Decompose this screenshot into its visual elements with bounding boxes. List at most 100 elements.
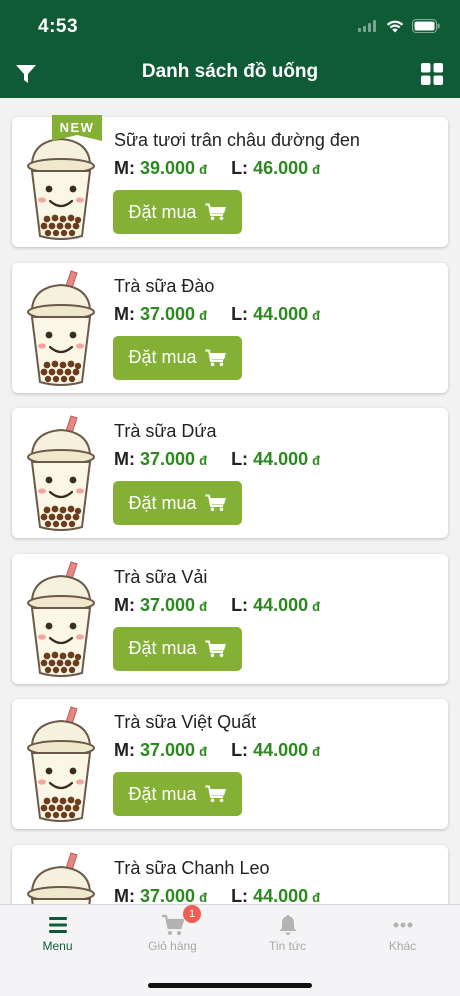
cart-icon (205, 349, 226, 366)
size-l-label: L: (231, 158, 249, 178)
currency-symbol: đ (199, 307, 208, 323)
tab-menu-label: Menu (42, 939, 73, 953)
size-m-label: M: (114, 885, 135, 905)
currency-symbol: đ (199, 453, 208, 468)
product-name: Trà sữa Dứa (114, 421, 217, 441)
order-button-label: Đặt mua (128, 201, 197, 222)
price-l: 44.000 (253, 303, 309, 324)
tab-bar: Menu 1 Giỏ hàng Tin tức Khác (0, 904, 460, 996)
currency-symbol: đ (312, 889, 321, 905)
price-m: 39.000 (140, 158, 196, 178)
size-l-label: L: (231, 594, 249, 615)
tab-news-label: Tin tức (269, 939, 306, 953)
product-card[interactable]: Trà sữa Vải M: 37.000 đ L: 44.000 đ Đặt mu… (12, 553, 448, 684)
product-name: Sữa tươi trân châu đường đen (114, 130, 360, 150)
status-icons (358, 19, 440, 33)
status-bar: 4:53 (0, 0, 460, 50)
currency-symbol: đ (199, 598, 208, 614)
product-name: Trà sữa Việt Quất (114, 712, 257, 732)
order-button-label: Đặt mua (128, 347, 197, 367)
tab-cart-label: Giỏ hàng (148, 939, 197, 953)
battery-icon (412, 19, 440, 33)
price-l: 44.000 (253, 740, 309, 760)
product-list[interactable]: NEW Sữa tươi trân châu đường đen M: 39.0… (0, 98, 460, 904)
size-m-label: M: (114, 594, 135, 615)
page-title: Danh sách đồ uống (141, 61, 319, 82)
cart-icon (205, 203, 226, 221)
product-card[interactable]: NEW Sữa tươi trân châu đường đen M: 39.0… (12, 115, 448, 247)
currency-symbol: đ (199, 162, 208, 177)
product-prices: M: 37.000 đ L: 44.000 đ (114, 740, 320, 761)
currency-symbol: đ (312, 598, 321, 614)
size-l-label: L: (231, 303, 249, 324)
bubble-tea-cup-image (27, 851, 95, 904)
size-m-label: M: (114, 303, 135, 324)
currency-symbol: đ (312, 307, 321, 323)
bubble-tea-cup-image (27, 415, 95, 531)
home-indicator[interactable] (148, 983, 312, 988)
product-prices: M: 39.000 đ L: 46.000 đ (114, 158, 320, 179)
product-prices: M: 37.000 đ L: 44.000 đ (114, 449, 320, 470)
size-m-label: M: (114, 740, 135, 760)
size-m-label: M: (114, 158, 135, 178)
bell-icon (279, 915, 297, 935)
tab-more-label: Khác (388, 939, 417, 953)
size-m-label: M: (114, 449, 135, 469)
product-prices: M: 37.000 đ L: 44.000 đ (114, 304, 320, 325)
cart-icon (162, 914, 185, 935)
size-l-label: L: (231, 885, 249, 905)
size-l-label: L: (231, 740, 249, 760)
cart-icon (205, 640, 226, 657)
product-card[interactable]: Trà sữa Đào M: 37.000 đ L: 44.000 đ Đặt mu… (12, 262, 448, 393)
menu-icon (49, 917, 67, 933)
price-m: 37.000 (140, 449, 196, 469)
order-button[interactable]: Đặt mua (113, 335, 242, 380)
signal-icon (358, 20, 376, 32)
price-l: 44.000 (253, 594, 309, 615)
cart-icon (205, 785, 226, 803)
new-badge: NEW (52, 115, 102, 141)
price-l: 46.000 (253, 158, 309, 178)
bubble-tea-cup-image (27, 560, 95, 677)
order-button-label: Đặt mua (128, 492, 197, 513)
app-header: 4:53 Danh sách đồ uống (0, 0, 460, 98)
order-button-label: Đặt mua (128, 638, 197, 658)
wifi-icon (386, 20, 404, 32)
price-m: 37.000 (140, 740, 196, 760)
currency-symbol: đ (312, 453, 321, 468)
currency-symbol: đ (312, 744, 321, 759)
status-time: 4:53 (38, 16, 79, 37)
size-l-label: L: (231, 449, 249, 469)
product-name: Trà sữa Vải (114, 566, 208, 587)
product-card[interactable]: Trà sữa Việt Quất M: 37.000 đ L: 44.000 đ … (12, 699, 448, 829)
price-l: 44.000 (253, 885, 309, 905)
order-button[interactable]: Đặt mua (113, 772, 242, 816)
order-button[interactable]: Đặt mua (113, 481, 242, 525)
product-name: Trà sữa Chanh Leo (114, 857, 270, 878)
product-prices: M: 37.000 đ L: 44.000 đ (114, 886, 320, 905)
product-card[interactable]: Trà sữa Chanh Leo M: 37.000 đ L: 44.000 đ … (12, 844, 448, 905)
bubble-tea-cup-image (27, 269, 95, 386)
tab-menu[interactable]: Menu (0, 905, 115, 965)
bubble-tea-cup-image (27, 706, 95, 822)
new-badge-label: NEW (60, 120, 95, 135)
tab-news[interactable]: Tin tức (230, 905, 345, 965)
currency-symbol: đ (312, 162, 321, 177)
order-button[interactable]: Đặt mua (113, 626, 242, 671)
price-m: 37.000 (140, 594, 196, 615)
tab-more[interactable]: Khác (345, 905, 460, 965)
price-l: 44.000 (253, 449, 309, 469)
grid-view-button[interactable] (420, 62, 444, 86)
more-icon (393, 922, 413, 928)
tab-cart[interactable]: 1 Giỏ hàng (115, 905, 230, 965)
grid-view-icon (421, 63, 443, 85)
order-button-label: Đặt mua (128, 783, 197, 804)
order-button[interactable]: Đặt mua (113, 190, 242, 234)
product-prices: M: 37.000 đ L: 44.000 đ (114, 595, 320, 616)
price-m: 37.000 (140, 885, 196, 905)
cart-count-badge: 1 (183, 905, 201, 923)
product-card[interactable]: Trà sữa Dứa M: 37.000 đ L: 44.000 đ Đặt mu… (12, 408, 448, 538)
currency-symbol: đ (199, 889, 208, 905)
price-m: 37.000 (140, 303, 196, 324)
cart-icon (205, 494, 226, 512)
